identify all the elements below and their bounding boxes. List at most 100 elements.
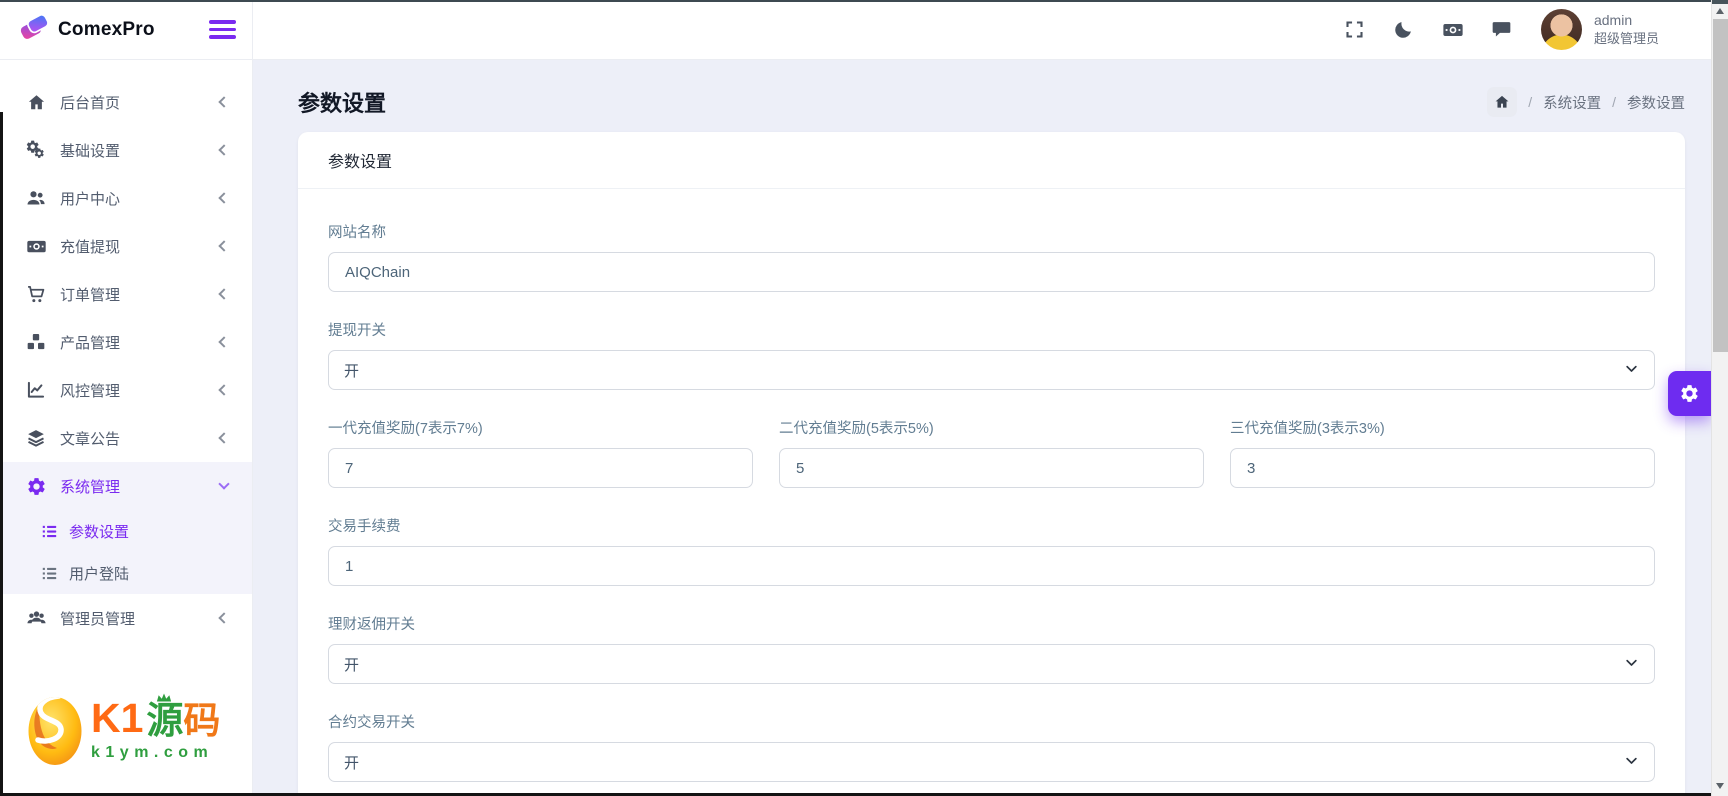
sidebar-toggle-button[interactable] (209, 16, 236, 43)
dark-mode-moon-icon[interactable] (1393, 19, 1415, 41)
watermark-yuan-text: 源 (146, 693, 183, 739)
select-value: 开 (344, 754, 360, 772)
sidebar-item-label: 管理员管理 (60, 610, 136, 628)
watermark-ma-text: 码 (183, 700, 221, 741)
withdraw-switch-select[interactable]: 开 (328, 350, 1655, 390)
field-trade-fee: 交易手续费 (328, 517, 1655, 586)
scrollbar-up-button[interactable] (1712, 4, 1728, 18)
topbar-icons (1344, 19, 1513, 41)
sidebar-item-label: 后台首页 (60, 94, 121, 112)
sidebar-item-admin-management[interactable]: 管理员管理 (0, 594, 252, 642)
field-withdraw-switch: 提现开关 开 (328, 321, 1655, 390)
contract-switch-select[interactable]: 开 (328, 742, 1655, 782)
breadcrumb-item-current[interactable]: 参数设置 (1627, 92, 1685, 113)
page-head: 参数设置 / 系统设置 / 参数设置 (298, 86, 1685, 118)
layers-icon (25, 427, 47, 449)
field-site-name: 网站名称 (328, 223, 1655, 292)
sidebar-item-recharge-withdraw[interactable]: 充值提现 (0, 222, 252, 270)
field-label: 理财返佣开关 (328, 617, 415, 633)
field-label: 提现开关 (328, 323, 386, 339)
sidebar-item-products[interactable]: 产品管理 (0, 318, 252, 366)
card-title: 参数设置 (298, 132, 1685, 189)
field-label: 网站名称 (328, 225, 386, 241)
sidebar: ComexPro 后台首页 基础设置 用户中心 充值提现 订单管理 产品管理 风… (0, 0, 253, 796)
chevron-left-icon (218, 144, 230, 156)
user-group-icon (25, 607, 47, 629)
gear-icon (1681, 385, 1698, 402)
sidebar-section-system: 系统管理 参数设置 用户登陆 (0, 462, 252, 594)
gear-icon (25, 475, 47, 497)
sidebar-item-dashboard[interactable]: 后台首页 (0, 78, 252, 126)
breadcrumb-item-system[interactable]: 系统设置 (1543, 92, 1601, 113)
chevron-left-icon (218, 240, 230, 252)
field-label: 交易手续费 (328, 519, 401, 535)
sidebar-subitem-parameter-settings[interactable]: 参数设置 (0, 510, 252, 552)
user-avatar[interactable] (1540, 9, 1582, 50)
finance-switch-select[interactable]: 开 (328, 644, 1655, 684)
cashier-money-icon[interactable] (1442, 19, 1464, 41)
trade-fee-input[interactable] (328, 546, 1655, 586)
sidebar-item-label: 基础设置 (60, 142, 121, 160)
theme-settings-button[interactable] (1668, 371, 1711, 416)
watermark-logo: K1 源 码 k1ym.com (25, 692, 220, 768)
sidebar-item-system-management[interactable]: 系统管理 (0, 462, 252, 510)
chevron-left-icon (218, 192, 230, 204)
breadcrumb: / 系统设置 / 参数设置 (1487, 87, 1685, 117)
site-name-input[interactable] (328, 252, 1655, 292)
sidebar-subitem-label: 参数设置 (69, 523, 130, 541)
field-finance-switch: 理财返佣开关 开 (328, 615, 1655, 684)
select-value: 开 (344, 362, 360, 380)
sidebar-item-user-center[interactable]: 用户中心 (0, 174, 252, 222)
field-label: 三代充值奖励(3表示3%) (1230, 421, 1385, 437)
scrollbar-down-button[interactable] (1712, 779, 1728, 793)
gen2-reward-input[interactable] (779, 448, 1204, 488)
settings-form: 网站名称 提现开关 开 一代充值奖励(7表示7%) (298, 189, 1685, 796)
sidebar-item-label: 产品管理 (60, 334, 121, 352)
cart-icon (25, 283, 47, 305)
watermark-k1-text: K1 (91, 695, 144, 741)
triangle-up-icon (1716, 8, 1724, 14)
chevron-left-icon (218, 432, 230, 444)
window-top-edge (0, 0, 1728, 2)
gen3-reward-input[interactable] (1230, 448, 1655, 488)
crown-icon (157, 693, 172, 702)
chat-icon[interactable] (1491, 19, 1513, 41)
breadcrumb-separator: / (1612, 94, 1616, 110)
gears-icon (25, 139, 47, 161)
cubes-icon (25, 331, 47, 353)
app-window: ComexPro 后台首页 基础设置 用户中心 充值提现 订单管理 产品管理 风… (0, 0, 1728, 796)
gen1-reward-input[interactable] (328, 448, 753, 488)
field-gen3-reward: 三代充值奖励(3表示3%) (1230, 419, 1655, 488)
sidebar-item-orders[interactable]: 订单管理 (0, 270, 252, 318)
money-bill-icon (25, 235, 47, 257)
user-menu[interactable]: admin 超级管理员 (1594, 10, 1659, 49)
breadcrumb-home-icon[interactable] (1487, 87, 1518, 117)
field-label: 合约交易开关 (328, 715, 415, 731)
chevron-down-icon (1624, 753, 1639, 772)
sidebar-item-label: 系统管理 (60, 478, 121, 496)
sidebar-subitem-user-login[interactable]: 用户登陆 (0, 552, 252, 594)
chart-line-icon (25, 379, 47, 401)
sidebar-item-basic-settings[interactable]: 基础设置 (0, 126, 252, 174)
sidebar-item-risk-control[interactable]: 风控管理 (0, 366, 252, 414)
window-left-edge (0, 112, 3, 796)
sidebar-item-label: 用户中心 (60, 190, 121, 208)
sidebar-subitem-label: 用户登陆 (69, 565, 130, 583)
list-icon (40, 520, 58, 542)
sidebar-item-articles[interactable]: 文章公告 (0, 414, 252, 462)
brand-logo[interactable] (18, 11, 51, 49)
list-icon (40, 562, 58, 584)
chevron-down-icon (218, 478, 230, 490)
sidebar-item-label: 充值提现 (60, 238, 121, 256)
chevron-left-icon (218, 384, 230, 396)
chevron-down-icon (1624, 655, 1639, 674)
topbar: admin 超级管理员 (253, 0, 1711, 60)
user-name: admin (1593, 11, 1633, 28)
vertical-scrollbar[interactable] (1711, 0, 1728, 796)
fullscreen-icon[interactable] (1344, 19, 1366, 41)
brand-name[interactable]: ComexPro (58, 19, 155, 41)
scrollbar-thumb[interactable] (1713, 19, 1728, 352)
chevron-left-icon (218, 336, 230, 348)
page-title: 参数设置 (298, 91, 387, 116)
main-content: 参数设置 / 系统设置 / 参数设置 参数设置 网站名称 提现开关 (253, 60, 1711, 796)
